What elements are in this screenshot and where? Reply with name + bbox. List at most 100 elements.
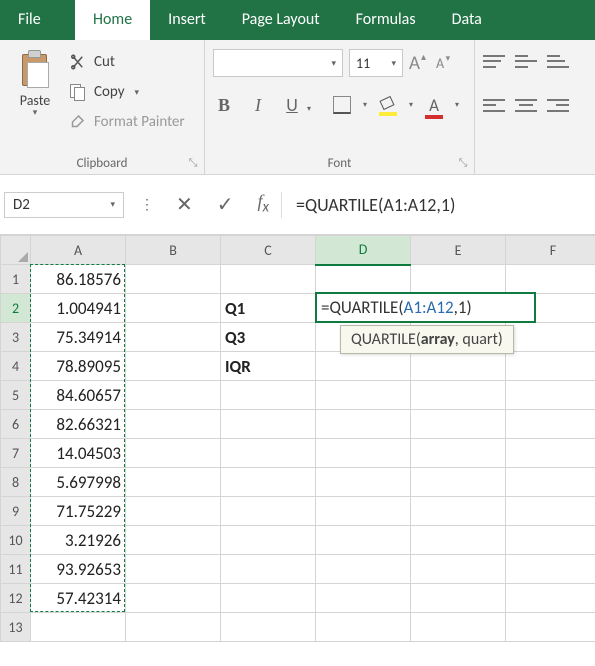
cell-A5[interactable]: 84.60657 [31, 381, 126, 410]
worksheet-grid[interactable]: A B C D E F 186.1857621.004941Q1375.3491… [0, 235, 595, 642]
col-header-F[interactable]: F [506, 236, 595, 265]
cancel-formula-button[interactable]: ✕ [176, 192, 193, 218]
cell-E7[interactable] [411, 439, 506, 468]
cell-A4[interactable]: 78.89095 [31, 352, 126, 381]
cell-F12[interactable] [506, 584, 595, 613]
cell-C5[interactable] [221, 381, 316, 410]
cell-A12[interactable]: 57.42314 [31, 584, 126, 613]
cell-D1[interactable] [316, 265, 411, 294]
insert-function-button[interactable]: fx [258, 188, 270, 221]
name-box[interactable]: D2 ▾ [4, 192, 124, 218]
select-all-corner[interactable] [1, 236, 31, 265]
cell-D8[interactable] [316, 468, 411, 497]
cell-F4[interactable] [506, 352, 595, 381]
cell-C6[interactable] [221, 410, 316, 439]
cell-B13[interactable] [126, 613, 221, 642]
chevron-down-icon[interactable]: ▾ [331, 58, 336, 69]
cell-E5[interactable] [411, 381, 506, 410]
bold-button[interactable]: B [213, 95, 235, 116]
tab-data[interactable]: Data [434, 0, 500, 40]
cell-C12[interactable] [221, 584, 316, 613]
row-header-7[interactable]: 7 [1, 439, 31, 468]
cell-A13[interactable] [31, 613, 126, 642]
enter-formula-button[interactable]: ✓ [217, 192, 234, 218]
align-bottom-button[interactable] [547, 51, 569, 71]
cell-D13[interactable] [316, 613, 411, 642]
cell-D7[interactable] [316, 439, 411, 468]
row-header-11[interactable]: 11 [1, 555, 31, 584]
row-header-1[interactable]: 1 [1, 265, 31, 294]
fill-color-icon[interactable] [379, 96, 397, 114]
cell-A10[interactable]: 3.21926 [31, 526, 126, 555]
align-center-button[interactable] [515, 95, 537, 115]
cell-F13[interactable] [506, 613, 595, 642]
row-header-12[interactable]: 12 [1, 584, 31, 613]
cell-B12[interactable] [126, 584, 221, 613]
italic-button[interactable]: I [247, 95, 269, 116]
format-painter-button[interactable]: Format Painter [68, 108, 185, 136]
borders-icon[interactable] [333, 96, 351, 114]
row-header-10[interactable]: 10 [1, 526, 31, 555]
cell-F6[interactable] [506, 410, 595, 439]
col-header-E[interactable]: E [411, 236, 506, 265]
cell-B4[interactable] [126, 352, 221, 381]
cell-F11[interactable] [506, 555, 595, 584]
cell-C2[interactable]: Q1 [221, 294, 316, 323]
cell-C7[interactable] [221, 439, 316, 468]
col-header-D[interactable]: D [316, 236, 411, 265]
row-header-4[interactable]: 4 [1, 352, 31, 381]
cell-B6[interactable] [126, 410, 221, 439]
underline-button[interactable]: U▾ [281, 94, 303, 116]
chevron-down-icon[interactable]: ▾ [391, 58, 396, 69]
cell-E1[interactable] [411, 265, 506, 294]
tab-formulas[interactable]: Formulas [338, 0, 434, 40]
align-right-button[interactable] [547, 95, 569, 115]
clipboard-launcher-icon[interactable]: ⤡ [186, 156, 200, 170]
chevron-down-icon[interactable]: ▾ [409, 100, 413, 110]
cell-A6[interactable]: 82.66321 [31, 410, 126, 439]
cell-D4[interactable] [316, 352, 411, 381]
cell-C13[interactable] [221, 613, 316, 642]
col-header-C[interactable]: C [221, 236, 316, 265]
row-header-6[interactable]: 6 [1, 410, 31, 439]
cell-F5[interactable] [506, 381, 595, 410]
paste-button[interactable]: Paste ▾ [8, 46, 62, 118]
font-color-icon[interactable]: A [425, 95, 443, 116]
cell-C3[interactable]: Q3 [221, 323, 316, 352]
grow-font-icon[interactable]: A▴ [409, 52, 420, 75]
cell-B9[interactable] [126, 497, 221, 526]
cell-D12[interactable] [316, 584, 411, 613]
cell-E4[interactable] [411, 352, 506, 381]
cell-A11[interactable]: 93.92653 [31, 555, 126, 584]
tab-file[interactable]: File [0, 0, 75, 40]
cell-B3[interactable] [126, 323, 221, 352]
cell-E11[interactable] [411, 555, 506, 584]
cell-D5[interactable] [316, 381, 411, 410]
function-tooltip[interactable]: QUARTILE(array, quart) [340, 325, 514, 354]
cell-C8[interactable] [221, 468, 316, 497]
cell-E12[interactable] [411, 584, 506, 613]
font-size-select[interactable]: 11 ▾ [349, 49, 403, 77]
cell-E9[interactable] [411, 497, 506, 526]
cell-B7[interactable] [126, 439, 221, 468]
tab-page-layout[interactable]: Page Layout [224, 0, 338, 40]
chevron-down-icon[interactable]: ▾ [33, 107, 38, 118]
col-header-B[interactable]: B [126, 236, 221, 265]
cell-E10[interactable] [411, 526, 506, 555]
cut-button[interactable]: Cut [68, 48, 185, 76]
cell-C1[interactable] [221, 265, 316, 294]
chevron-down-icon[interactable]: ▾ [110, 199, 115, 210]
cell-E6[interactable] [411, 410, 506, 439]
cell-C4[interactable]: IQR [221, 352, 316, 381]
row-header-9[interactable]: 9 [1, 497, 31, 526]
cell-A3[interactable]: 75.34914 [31, 323, 126, 352]
chevron-down-icon[interactable]: ▾ [363, 100, 367, 110]
align-middle-button[interactable] [515, 51, 537, 71]
cell-B5[interactable] [126, 381, 221, 410]
tab-home[interactable]: Home [75, 0, 150, 40]
copy-button[interactable]: Copy ▾ [68, 78, 185, 106]
cell-B2[interactable] [126, 294, 221, 323]
chevron-down-icon[interactable]: ▾ [135, 87, 140, 98]
cell-A9[interactable]: 71.75229 [31, 497, 126, 526]
chevron-down-icon[interactable]: ▾ [455, 100, 459, 110]
